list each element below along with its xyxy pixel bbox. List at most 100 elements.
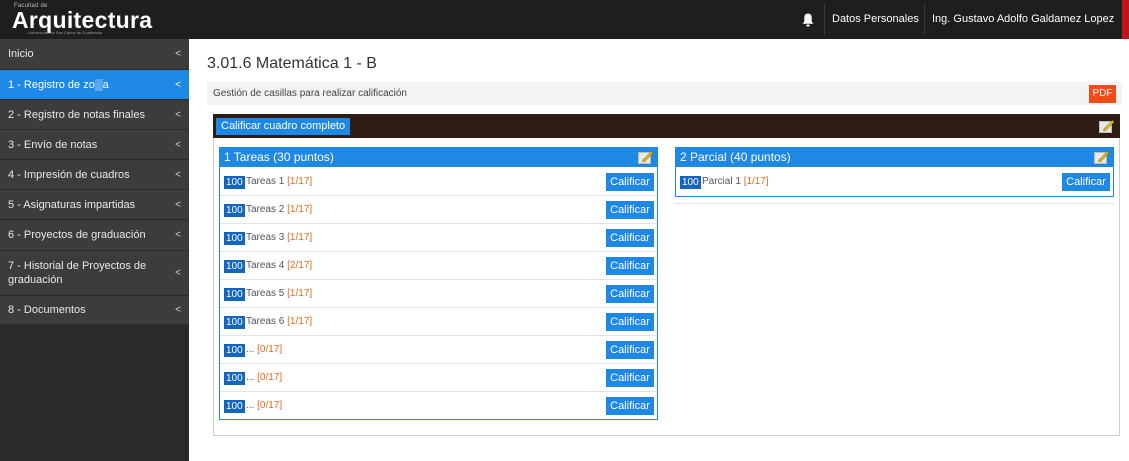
calificar-button[interactable]: Calificar [1062, 173, 1110, 191]
chevron-left-icon: < [175, 267, 181, 279]
sidebar-empty-area [0, 325, 189, 461]
grade-row: 100 Tareas 2 [1/17] Calificar [220, 196, 657, 224]
sidebar-item-historial-proyectos[interactable]: 7 - Historial de Proyectos de graduación… [0, 251, 189, 296]
logo-sub-text: Universidad de San Carlos de Guatemala [28, 30, 102, 35]
activity-name: ... [246, 344, 255, 355]
score-badge: 100 [224, 176, 245, 189]
sidebar-item-registro-de-zona[interactable]: 1 - Registro de zo▒a < [0, 70, 189, 100]
activity-label[interactable]: Tareas 5 [1/17] [246, 280, 312, 308]
activity-label[interactable]: ... [0/17] [246, 336, 282, 364]
score-badge: 100 [224, 288, 245, 301]
graded-count: [1/17] [287, 204, 313, 215]
score-badge: 100 [680, 176, 701, 189]
activity-label[interactable]: ... [0/17] [246, 392, 282, 420]
activity-label[interactable]: Tareas 6 [1/17] [246, 308, 312, 336]
activity-label[interactable]: Tareas 3 [1/17] [246, 224, 312, 252]
activity-label[interactable]: Tareas 4 [2/17] [246, 252, 312, 280]
faculty-logo[interactable]: Facultad de Arquitectura Universidad de … [12, 3, 182, 35]
sidebar-item-label: 7 - Historial de Proyectos de graduación [8, 260, 147, 286]
activity-label[interactable]: Tareas 1 [1/17] [246, 168, 312, 196]
calificar-button[interactable]: Calificar [606, 369, 654, 387]
activity-name: ... [246, 400, 255, 411]
sidebar-item-registro-notas-finales[interactable]: 2 - Registro de notas finales < [0, 100, 189, 130]
category-title: 2 Parcial (40 puntos) [676, 148, 1113, 167]
sidebar-item-impresion-de-cuadros[interactable]: 4 - Impresión de cuadros < [0, 160, 189, 190]
activity-label[interactable]: Parcial 1 [1/17] [702, 168, 769, 196]
chevron-left-icon: < [175, 109, 181, 120]
calificar-button[interactable]: Calificar [606, 229, 654, 247]
edit-icon[interactable] [1094, 150, 1110, 164]
calificar-cuadro-completo-button[interactable]: Calificar cuadro completo [216, 118, 351, 135]
category-card-tareas: 1 Tareas (30 puntos) 100 Tareas 1 [1/17]… [219, 147, 658, 420]
subheader-bar: Gestión de casillas para realizar califi… [207, 82, 1122, 105]
graded-count: [1/17] [287, 316, 313, 327]
sidebar-item-label: 5 - Asignaturas impartidas [8, 198, 136, 211]
nav-divider [824, 4, 825, 35]
grade-row: 100 Tareas 6 [1/17] Calificar [220, 308, 657, 336]
activity-name: Tareas 3 [246, 232, 285, 243]
activity-name: Tareas 6 [246, 316, 285, 327]
graded-count: [1/17] [743, 176, 769, 187]
activity-label[interactable]: ... [0/17] [246, 364, 282, 392]
sidebar-item-envio-de-notas[interactable]: 3 - Envío de notas < [0, 130, 189, 160]
score-badge: 100 [224, 260, 245, 273]
sidebar-item-documentos[interactable]: 8 - Documentos < [0, 296, 189, 325]
sidebar-item-label: 1 - Registro de zo▒a [8, 78, 109, 91]
chevron-left-icon: < [175, 304, 181, 316]
bell-icon [802, 13, 814, 26]
calificar-button[interactable]: Calificar [606, 257, 654, 275]
calificar-button[interactable]: Calificar [606, 313, 654, 331]
datos-personales-link[interactable]: Datos Personales [832, 0, 919, 39]
activity-name: Parcial 1 [702, 176, 741, 187]
sidebar-item-label: 2 - Registro de notas finales [8, 108, 145, 121]
category-title: 1 Tareas (30 puntos) [220, 148, 657, 167]
page-title: 3.01.6 Matemática 1 - B [207, 55, 377, 72]
grade-row: 100 ... [0/17] Calificar [220, 392, 657, 420]
edit-icon[interactable] [638, 150, 654, 164]
grade-row: 100 ... [0/17] Calificar [220, 364, 657, 392]
score-badge: 100 [224, 372, 245, 385]
sidebar: Inicio < 1 - Registro de zo▒a < 2 - Regi… [0, 39, 189, 461]
calificar-button[interactable]: Calificar [606, 201, 654, 219]
edit-icon[interactable] [1099, 119, 1115, 133]
sidebar-item-inicio[interactable]: Inicio < [0, 39, 189, 70]
graded-count: [1/17] [287, 176, 313, 187]
calificar-button[interactable]: Calificar [606, 285, 654, 303]
grade-row: 100 Tareas 5 [1/17] Calificar [220, 280, 657, 308]
nav-divider [924, 4, 925, 35]
calificar-button[interactable]: Calificar [606, 397, 654, 415]
sidebar-item-label: 4 - Impresión de cuadros [8, 168, 130, 181]
grade-row: 100 Tareas 1 [1/17] Calificar [220, 168, 657, 196]
activity-name: Tareas 4 [246, 260, 285, 271]
score-badge: 100 [224, 400, 245, 413]
sidebar-item-asignaturas-impartidas[interactable]: 5 - Asignaturas impartidas < [0, 190, 189, 220]
grade-row: 100 Parcial 1 [1/17] Calificar [676, 168, 1113, 196]
pdf-button[interactable]: PDF [1089, 85, 1116, 103]
sidebar-item-proyectos-de-graduacion[interactable]: 6 - Proyectos de graduación < [0, 220, 189, 251]
sidebar-item-label: 8 - Documentos [8, 304, 86, 316]
activity-name: Tareas 1 [246, 176, 285, 187]
chevron-left-icon: < [175, 48, 181, 60]
sidebar-item-label: Inicio [8, 48, 34, 60]
category-card-parcial: 2 Parcial (40 puntos) 100 Parcial 1 [1/1… [675, 147, 1114, 197]
graded-count: [0/17] [257, 400, 283, 411]
score-badge: 100 [224, 204, 245, 217]
grade-row: 100 Tareas 4 [2/17] Calificar [220, 252, 657, 280]
graded-count: [0/17] [257, 372, 283, 383]
top-bar: Facultad de Arquitectura Universidad de … [0, 0, 1129, 39]
grade-row: 100 ... [0/17] Calificar [220, 336, 657, 364]
calificar-button[interactable]: Calificar [606, 173, 654, 191]
score-badge: 100 [224, 232, 245, 245]
score-badge: 100 [224, 316, 245, 329]
calificar-button[interactable]: Calificar [606, 341, 654, 359]
accent-edge [1122, 0, 1129, 39]
notifications-button[interactable] [796, 0, 820, 39]
grade-row: 100 Tareas 3 [1/17] Calificar [220, 224, 657, 252]
chevron-left-icon: < [175, 169, 181, 180]
activity-name: Tareas 2 [246, 204, 285, 215]
subheader-text: Gestión de casillas para realizar califi… [213, 88, 407, 99]
user-menu[interactable]: Ing. Gustavo Adolfo Galdamez Lopez [932, 0, 1114, 39]
graded-count: [0/17] [257, 344, 283, 355]
graded-count: [1/17] [287, 232, 313, 243]
activity-label[interactable]: Tareas 2 [1/17] [246, 196, 312, 224]
